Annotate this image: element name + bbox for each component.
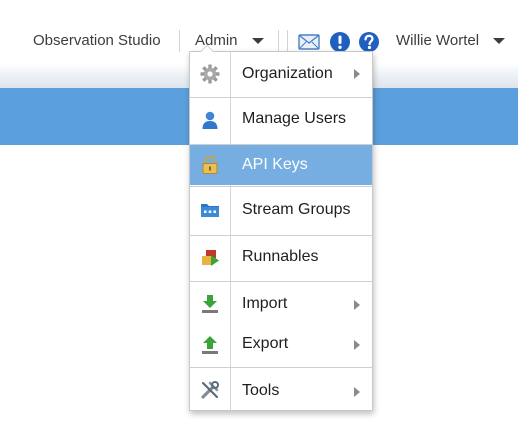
mail-icon[interactable] [298, 31, 320, 53]
menu-item-label: Runnables [242, 248, 319, 265]
tools-icon [201, 381, 219, 399]
export-icon [202, 336, 218, 354]
folder-icon [201, 204, 219, 217]
alert-icon[interactable] [329, 31, 351, 53]
admin-dropdown-menu: Organization Manage Users API Keys Strea… [189, 51, 373, 411]
menu-pointer-inner [201, 46, 213, 52]
help-icon[interactable] [358, 31, 380, 53]
chevron-down-icon [251, 38, 264, 45]
menu-item-api-keys[interactable]: API Keys [190, 145, 372, 185]
menu-item-stream-groups[interactable]: Stream Groups [190, 187, 372, 234]
user-name-label: Willie Wortel [396, 32, 480, 49]
user-menu-button[interactable]: Willie Wortel [396, 31, 506, 51]
submenu-arrow-icon [354, 340, 360, 350]
menu-item-label: API Keys [242, 156, 308, 173]
user-icon [202, 111, 218, 129]
menu-item-import[interactable]: Import [190, 282, 372, 323]
nav-divider [278, 30, 279, 52]
submenu-arrow-icon [354, 300, 360, 310]
menu-item-label: Import [242, 295, 288, 312]
menu-item-label: Manage Users [242, 110, 347, 127]
menu-item-tools[interactable]: Tools [190, 368, 372, 410]
menu-item-export[interactable]: Export [190, 323, 372, 367]
menu-item-label: Export [242, 335, 289, 352]
app-name-link[interactable]: Observation Studio [33, 31, 161, 51]
chevron-down-icon [493, 38, 506, 45]
nav-divider [179, 30, 180, 52]
menu-item-label: Stream Groups [242, 201, 351, 218]
submenu-arrow-icon [354, 387, 360, 397]
submenu-arrow-icon [354, 69, 360, 79]
nav-divider [287, 30, 288, 52]
menu-item-label: Tools [242, 382, 280, 399]
runnables-icon [202, 250, 219, 266]
lock-icon [202, 155, 218, 174]
menu-item-organization[interactable]: Organization [190, 52, 372, 97]
import-icon [202, 295, 218, 313]
menu-item-runnables[interactable]: Runnables [190, 236, 372, 281]
menu-item-label: Organization [242, 65, 333, 82]
menu-item-manage-users[interactable]: Manage Users [190, 98, 372, 143]
gear-icon [200, 64, 220, 84]
